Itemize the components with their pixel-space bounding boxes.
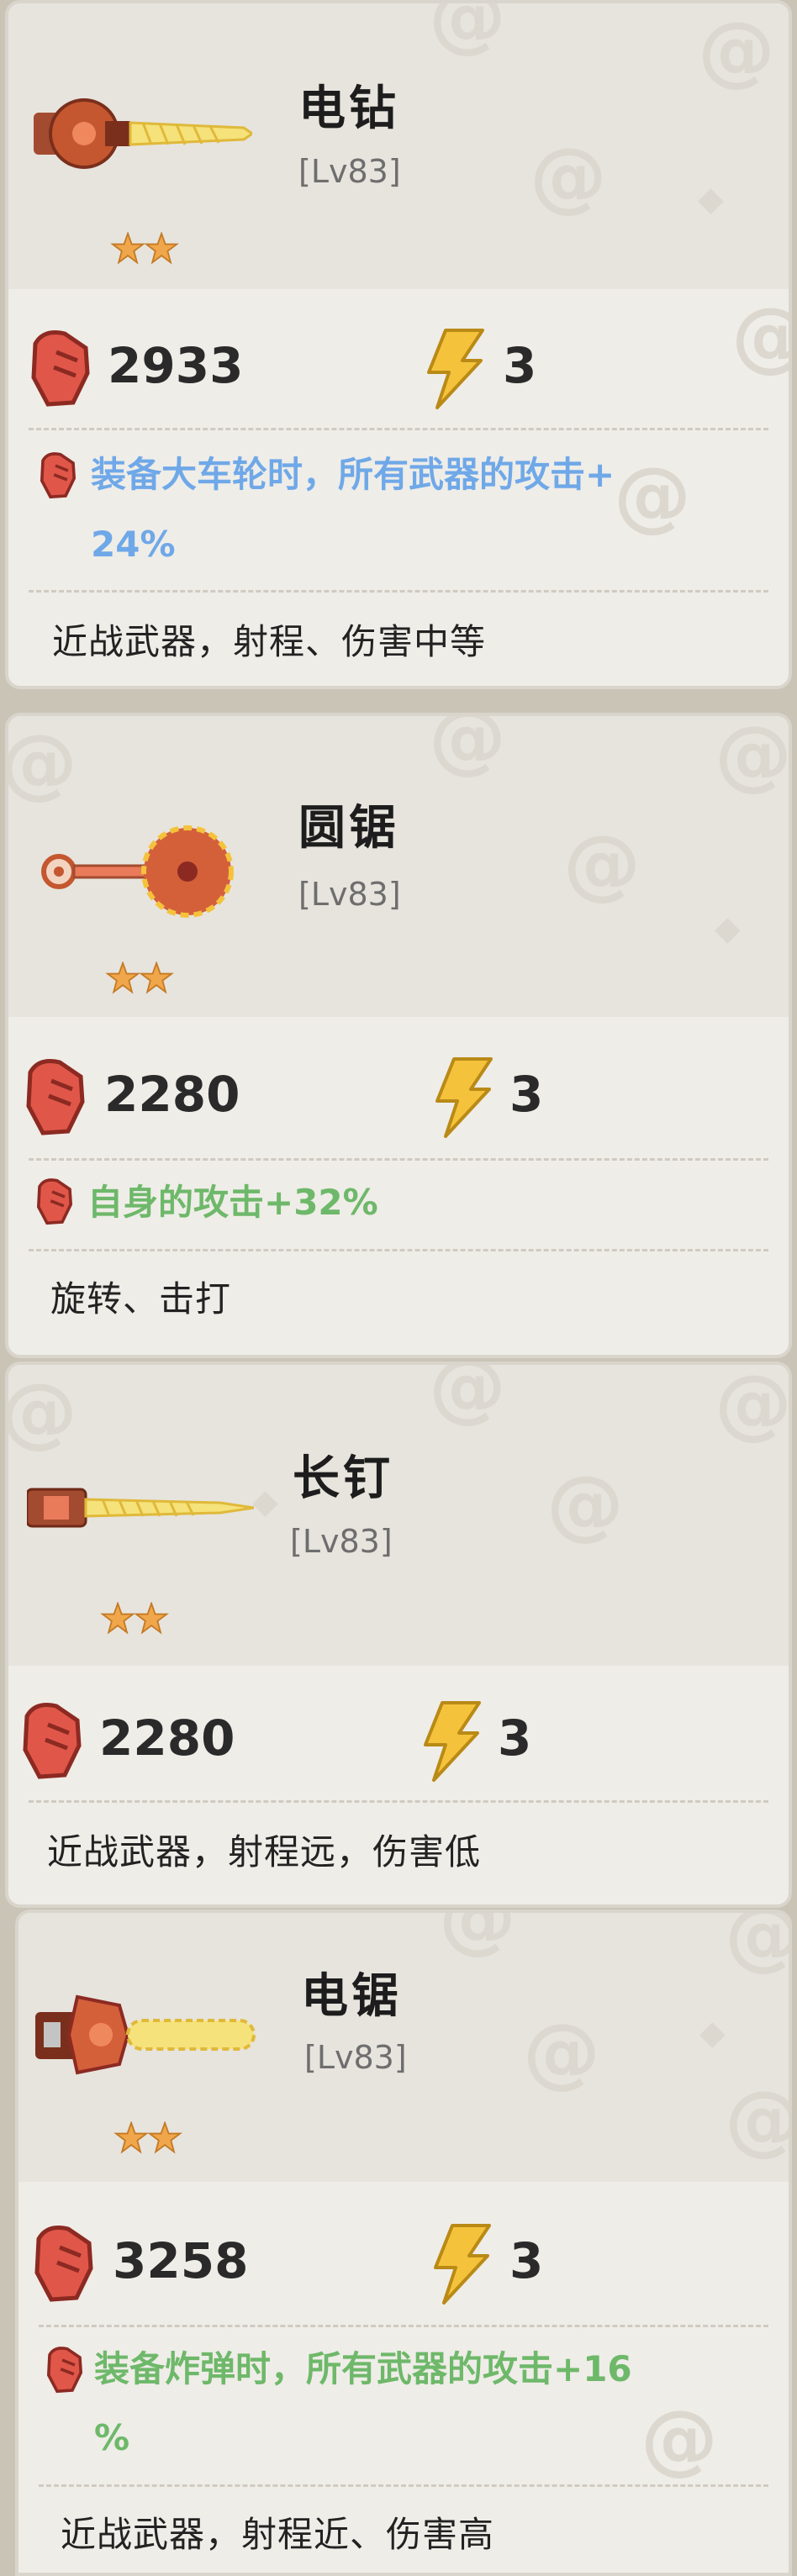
chainsaw-weapon-icon [35,1994,256,2075]
energy-lightning-icon [427,329,484,409]
drill-weapon-icon [34,98,252,169]
swirl-decoration-icon: @ [725,2081,789,2158]
bonus-text: 自身的攻击+32% [87,1182,378,1223]
divider [29,1249,768,1251]
weapon-description: 近战武器，射程近、伤害高 [61,2514,495,2555]
weapon-description: 旋转、击打 [50,1278,232,1320]
weapon-description: 近战武器，射程、伤害中等 [52,621,487,662]
drop-decoration-icon: ◆ [699,2014,726,2052]
divider [29,428,768,430]
swirl-decoration-icon: @ [641,2394,718,2484]
weapon-level: [Lv83] [298,876,401,913]
weapon-card-chainsaw[interactable]: @ @ @ @ @ ◆ 电锯 [Lv83] 3258 3 装备炸弹时，所有武器的… [15,1910,792,2576]
swirl-decoration-icon: @ [429,713,506,782]
attack-fist-icon [31,330,90,407]
drop-decoration-icon: ◆ [698,180,724,219]
stat-row: 3258 3 [18,2222,789,2315]
weapon-name: 电钻 [298,82,399,136]
weapon-level: [Lv83] [298,153,401,190]
weapon-card-spike[interactable]: @ @ @ @ ◆ 长钉 [Lv83] 2280 3 近战武器，射程远，伤害低 [5,1362,792,1908]
weapon-description: 近战武器，射程远，伤害低 [47,1831,482,1873]
swirl-decoration-icon: @ [5,1367,77,1457]
swirl-decoration-icon: @ [563,819,641,909]
star-rating-icon [113,2121,182,2154]
swirl-decoration-icon: @ [439,1910,516,1962]
attack-value: 3258 [113,2232,249,2289]
weapon-name: 电锯 [301,1969,402,2024]
divider [29,590,768,593]
weapon-card-drill[interactable]: @ @ @ @ @ ◆ 电钻 [Lv83] 2933 3 装备大车轮时，所有武器… [5,0,792,689]
energy-value: 3 [503,337,537,394]
attack-value: 2933 [108,337,244,394]
spike-weapon-icon [27,1488,254,1528]
bonus-fist-icon [46,2347,83,2394]
swirl-decoration-icon: @ [530,131,607,221]
drop-decoration-icon: ◆ [252,1483,278,1521]
swirl-decoration-icon: @ [523,2007,600,2097]
bonus-text-line2: % [94,2417,130,2458]
bonus-text-line1: 装备大车轮时，所有武器的攻击+ [91,454,615,495]
swirl-decoration-icon: @ [715,1362,792,1448]
attack-fist-icon [34,2226,93,2302]
energy-lightning-icon [424,1701,481,1782]
star-rating-icon [110,232,179,265]
divider [29,1158,768,1161]
divider [29,1800,768,1803]
attack-value: 2280 [99,1709,235,1767]
circular-saw-weapon-icon [41,825,234,918]
swirl-decoration-icon: @ [5,718,77,808]
attack-fist-icon [23,1703,82,1779]
weapon-card-circular-saw[interactable]: @ @ @ @ ◆ 圆锯 [Lv83] 2280 3 自身的攻击+32% 旋转、… [5,713,792,1358]
swirl-decoration-icon: @ [614,450,691,540]
energy-lightning-icon [434,2224,491,2305]
divider [39,2325,768,2327]
swirl-decoration-icon: @ [429,0,506,61]
weapon-name: 圆锯 [298,801,399,856]
stat-row: 2933 3 [8,327,789,419]
energy-value: 3 [498,1709,532,1767]
bonus-text-line2: 24% [91,524,176,565]
attack-value: 2280 [104,1066,240,1123]
swirl-decoration-icon: @ [429,1362,506,1431]
divider [39,2484,768,2487]
drop-decoration-icon: ◆ [715,909,741,948]
stat-row: 2280 3 [8,1699,789,1792]
stat-row: 2280 3 [8,1056,789,1148]
swirl-decoration-icon: @ [546,1459,624,1549]
star-rating-icon [100,1602,169,1635]
weapon-level: [Lv83] [304,2039,407,2076]
bonus-text-line1: 装备炸弹时，所有武器的攻击+16 [94,2348,632,2389]
swirl-decoration-icon: @ [725,1913,789,1973]
weapon-name: 长钉 [293,1451,393,1506]
energy-lightning-icon [435,1057,493,1138]
energy-value: 3 [509,1066,544,1123]
weapon-level: [Lv83] [290,1523,393,1560]
bonus-fist-icon [36,1178,73,1225]
energy-value: 3 [509,2232,544,2289]
swirl-decoration-icon: @ [715,713,792,799]
attack-fist-icon [26,1059,85,1135]
bonus-fist-icon [40,452,77,499]
star-rating-icon [105,961,174,994]
swirl-decoration-icon: @ [698,5,775,95]
